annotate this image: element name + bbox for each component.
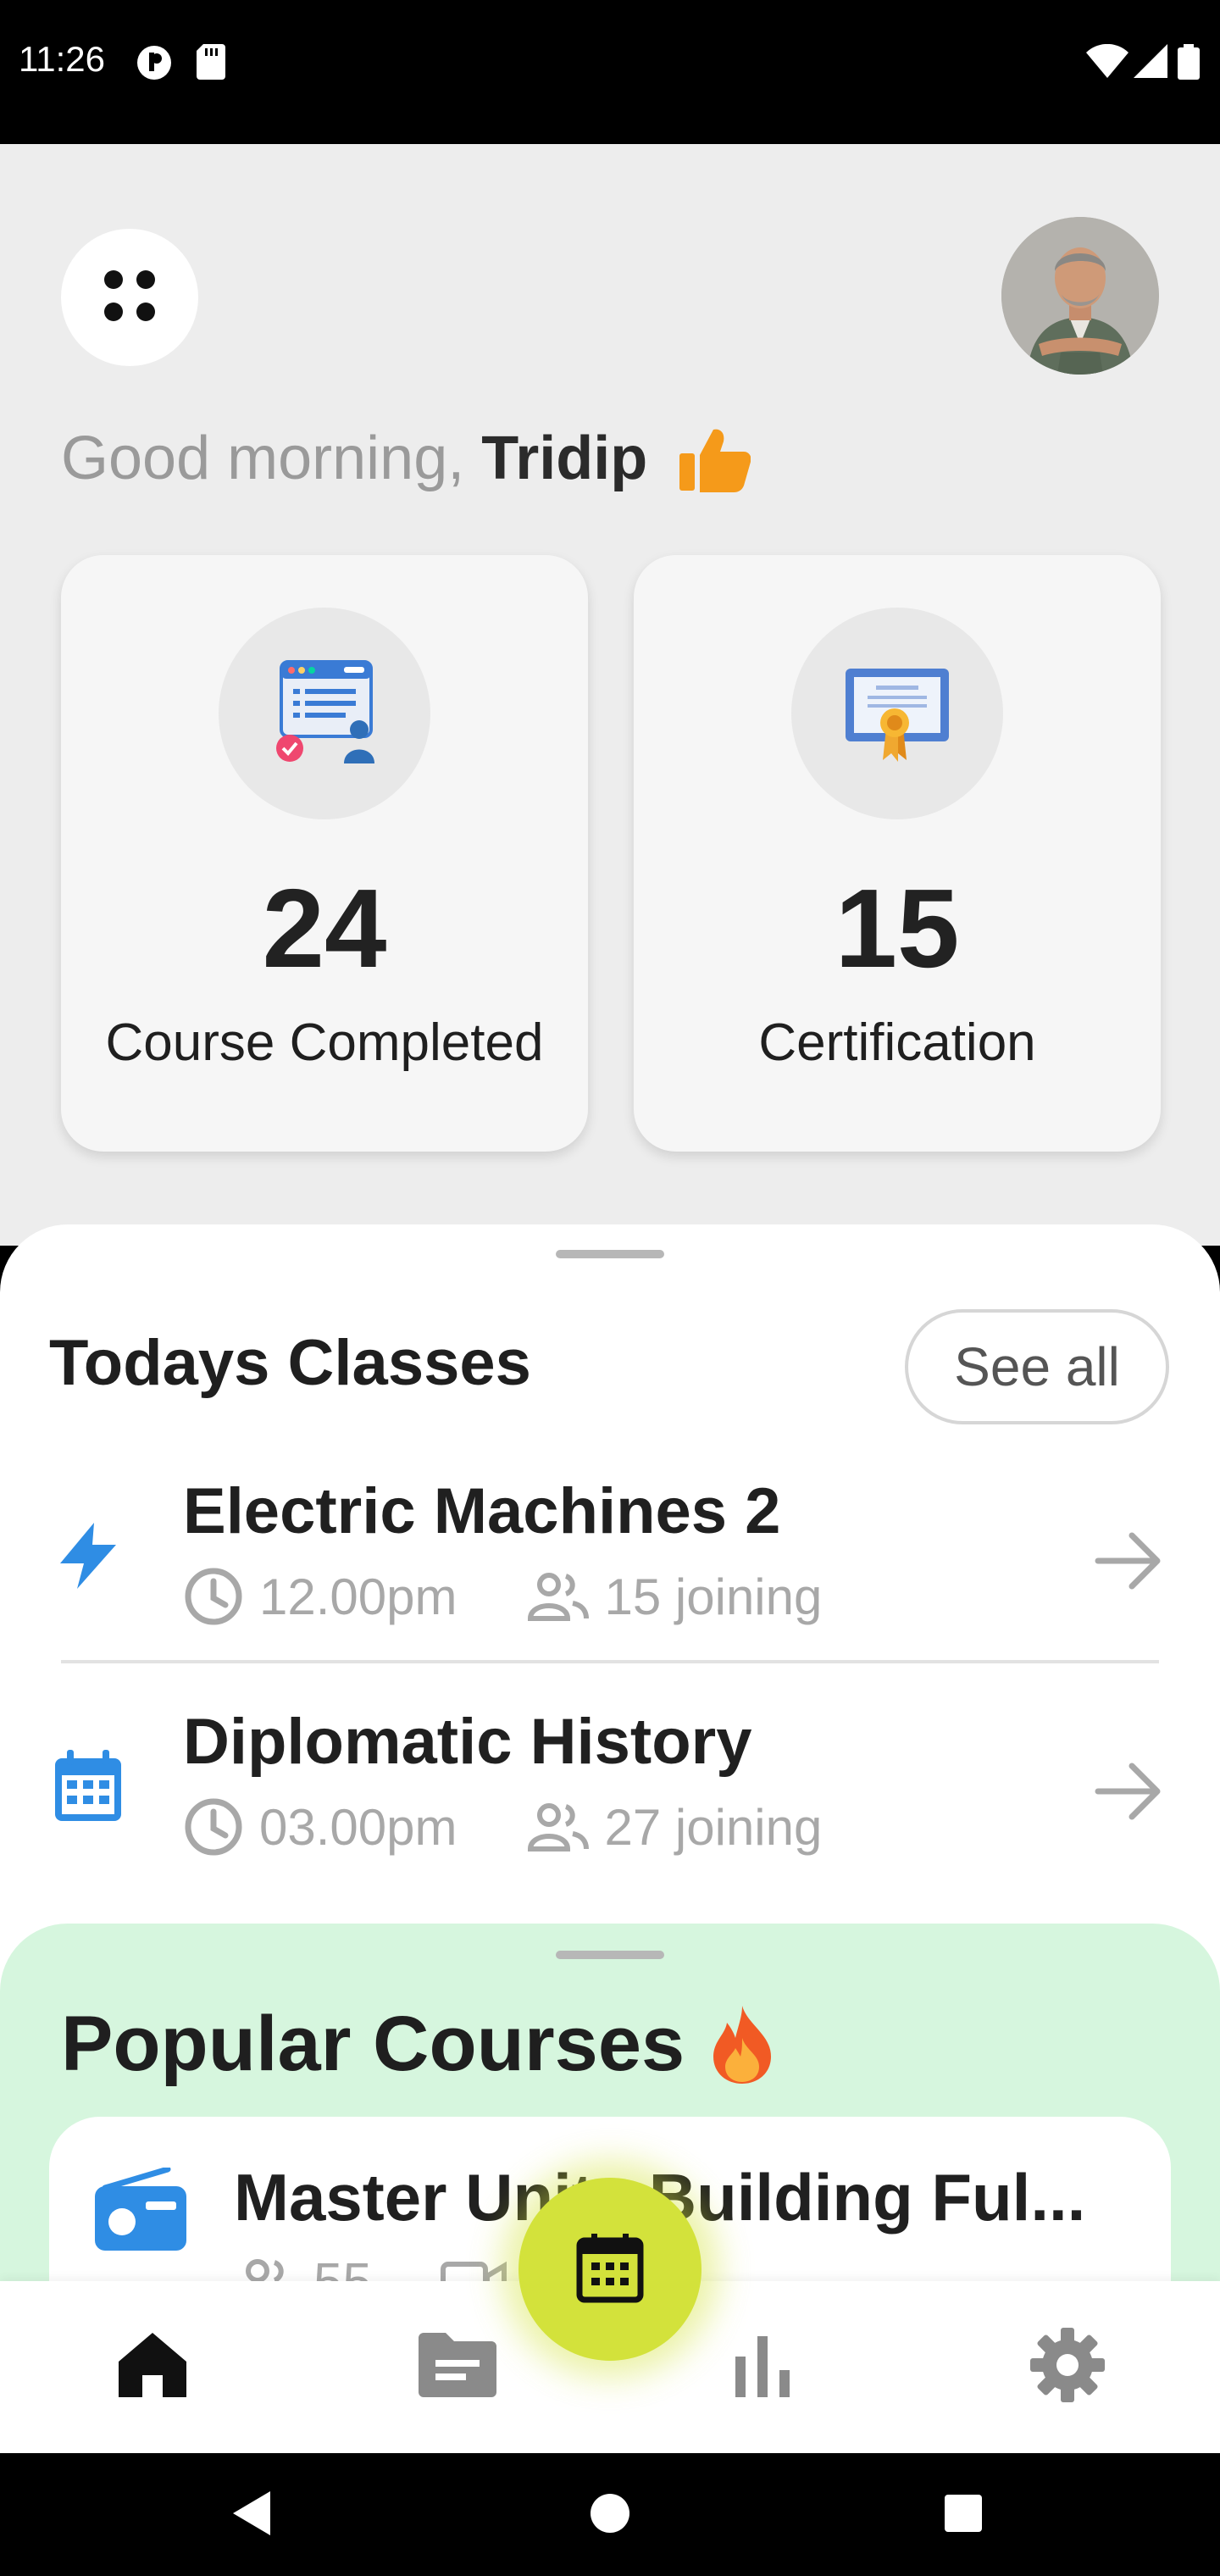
stat-icon-circle	[219, 608, 430, 819]
class-joining: 15 joining	[604, 1568, 823, 1625]
folder-icon	[417, 2331, 498, 2403]
fire-icon	[708, 2004, 776, 2085]
class-title: Electric Machines 2	[183, 1475, 781, 1547]
class-title: Diplomatic History	[183, 1706, 752, 1778]
system-nav-bar	[0, 2453, 1220, 2576]
class-row[interactable]: Electric Machines 2 12.00pm 15 joining	[0, 1466, 1220, 1669]
class-time: 12.00pm	[259, 1568, 458, 1625]
stat-icon-circle	[791, 608, 1003, 819]
clock-icon	[185, 1568, 242, 1625]
popular-courses-title: Popular Courses	[61, 2000, 776, 2089]
stat-label-courses: Course Completed	[105, 1013, 544, 1072]
status-bar: 11:26	[0, 0, 1220, 144]
recents-icon[interactable]	[934, 2484, 993, 2543]
settings-icon	[1029, 2326, 1106, 2408]
see-all-button[interactable]: See all	[905, 1309, 1169, 1424]
certificate-icon	[842, 657, 952, 771]
circle-p-icon	[136, 44, 173, 86]
class-time-item: 12.00pm	[183, 1566, 458, 1627]
arrow-right-icon[interactable]	[1093, 1756, 1164, 1831]
class-meta: 03.00pm 27 joining	[183, 1796, 822, 1857]
stat-value-certification: 15	[835, 866, 960, 991]
people-icon	[527, 1803, 589, 1852]
stat-label-certification: Certification	[758, 1013, 1036, 1072]
wifi-icon	[1086, 43, 1128, 82]
avatar[interactable]	[1001, 217, 1159, 375]
status-time: 11:26	[19, 39, 105, 79]
radio-icon	[93, 2166, 188, 2257]
thumbs-up-icon	[679, 425, 751, 492]
grid-dots-icon	[100, 266, 159, 330]
greeting-prefix: Good morning,	[61, 425, 465, 492]
home-circle-icon[interactable]	[580, 2484, 640, 2543]
row-divider	[61, 1660, 1159, 1663]
back-icon[interactable]	[223, 2484, 282, 2543]
class-joining-item: 27 joining	[525, 1798, 823, 1857]
course-list-icon	[269, 657, 380, 771]
popular-courses-label: Popular Courses	[61, 2001, 685, 2087]
nav-settings[interactable]	[983, 2281, 1152, 2453]
calendar-icon	[47, 1746, 129, 1827]
signal-icon	[1134, 44, 1167, 82]
schedule-fab-button[interactable]	[518, 2178, 702, 2361]
app-screen: 11:26 Good morning, Tridip 24 Course Com…	[0, 0, 1220, 2576]
class-row[interactable]: Diplomatic History 03.00pm 27 joining	[0, 1696, 1220, 1900]
bar-chart-icon	[729, 2331, 796, 2403]
lightning-icon	[47, 1515, 129, 1596]
clock-icon	[185, 1798, 242, 1856]
class-meta: 12.00pm 15 joining	[183, 1566, 822, 1627]
calendar-icon	[576, 2232, 644, 2307]
drag-handle[interactable]	[556, 1951, 664, 1959]
greeting-name: Tridip	[481, 425, 648, 492]
stat-value-courses: 24	[262, 866, 387, 991]
sd-card-icon	[197, 44, 225, 84]
arrow-right-icon[interactable]	[1093, 1525, 1164, 1601]
drag-handle[interactable]	[556, 1250, 664, 1258]
people-icon	[527, 1573, 589, 1621]
class-time: 03.00pm	[259, 1798, 458, 1856]
nav-documents[interactable]	[373, 2281, 542, 2453]
class-joining-item: 15 joining	[525, 1568, 823, 1626]
battery-icon	[1178, 44, 1200, 84]
home-icon	[117, 2331, 188, 2403]
greeting: Good morning, Tridip	[61, 424, 751, 493]
todays-classes-title: Todays Classes	[49, 1327, 531, 1399]
stat-card-certification[interactable]: 15 Certification	[634, 555, 1161, 1152]
user-avatar-image	[1001, 217, 1159, 375]
stat-card-courses[interactable]: 24 Course Completed	[61, 555, 588, 1152]
menu-button[interactable]	[61, 229, 198, 366]
nav-stats[interactable]	[678, 2281, 847, 2453]
nav-home[interactable]	[68, 2281, 237, 2453]
class-joining: 27 joining	[604, 1798, 823, 1856]
class-time-item: 03.00pm	[183, 1796, 458, 1857]
